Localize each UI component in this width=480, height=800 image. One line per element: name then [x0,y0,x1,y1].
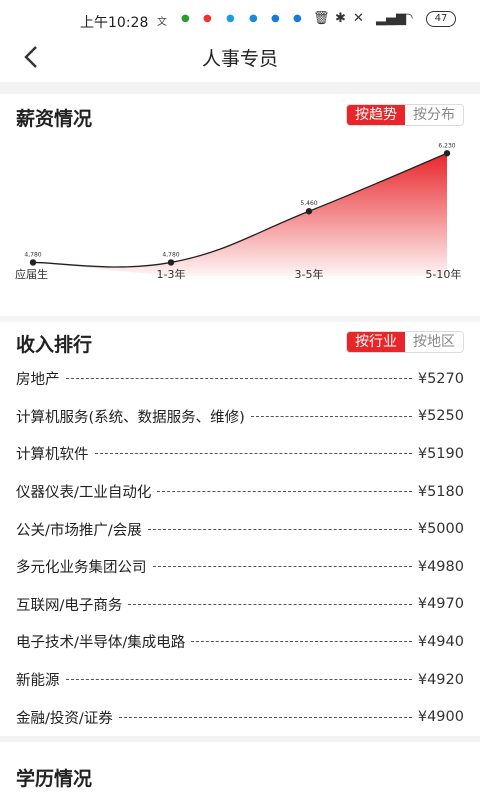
industry-name: 计算机服务(系统、数据服务、维修) [16,409,245,426]
salary-value: ¥5270 [417,370,464,387]
x-tick-label: 应届生 [15,268,48,281]
list-item[interactable]: 房地产 ¥5270 [0,360,480,398]
industry-name: 公关/市场推广/会展 [16,522,142,539]
toggle-distribution[interactable]: 按分布 [405,105,463,125]
income-card: 收入排行 按行业 按地区 房地产 ¥5270 计算机服务(系统、数据服务、维修) ¥5… [0,322,480,736]
toggle-region[interactable]: 按地区 [405,332,463,352]
industry-name: 多元化业务集团公司 [16,560,147,577]
salary-value: ¥5180 [417,483,464,500]
dashed-leader [147,528,412,530]
list-item[interactable]: 公关/市场推广/会展 ¥5000 [0,510,480,548]
list-item[interactable]: 金融/投资/证券 ¥4900 [0,698,480,736]
dashed-leader [65,679,412,681]
dashed-leader [128,603,412,605]
dashed-leader [94,453,412,455]
toggle-trend[interactable]: 按趋势 [347,105,405,125]
notification-icon: ● [203,13,212,24]
salary-value: ¥5250 [417,408,464,425]
industry-name: 金融/投资/证券 [16,710,113,727]
notification-icon: ● [226,13,235,24]
dashed-leader [152,566,412,568]
salary-title: 薪资情况 [16,108,93,130]
list-item[interactable]: 仪器仪表/工业自动化 ¥5180 [0,473,480,511]
dashed-leader [157,491,412,493]
income-title: 收入排行 [16,334,93,356]
bluetooth-icon: ✱ [335,11,346,26]
data-label: 4,780 [24,251,41,258]
salary-trend-chart: 4,780 4,780 5,460 6,230 [24,142,456,276]
dashed-leader [250,415,412,417]
industry-name: 新能源 [16,673,60,690]
x-tick-label: 1-3年 [156,268,186,281]
data-label: 5,460 [300,200,317,207]
x-tick-label: 3-5年 [294,268,324,281]
salary-value: ¥4980 [417,558,464,575]
wifi-icon: ◠ [402,11,414,26]
notification-icon: ⽂ [157,17,167,28]
notification-icon: ● [181,13,190,24]
list-item[interactable]: 多元化业务集团公司 ¥4980 [0,548,480,586]
salary-value: ¥4940 [417,633,464,650]
industry-name: 计算机软件 [16,447,89,464]
list-item[interactable]: 新能源 ¥4920 [0,661,480,699]
notification-icon: ● [293,13,302,24]
salary-card: 薪资情况 按趋势 按分布 4,780 4,780 5,460 6,230 应届生 1-3… [0,94,480,316]
mute-icon: ✕ [353,11,364,26]
salary-value: ¥4900 [417,709,464,726]
data-point [443,150,451,157]
salary-toggle: 按趋势 按分布 [346,104,464,126]
industry-name: 互联网/电子商务 [16,597,123,614]
dashed-leader [65,378,412,380]
data-point [29,259,37,266]
page-title: 人事专员 [201,48,278,70]
notification-icon: ● [271,13,280,24]
list-item[interactable]: 计算机服务(系统、数据服务、维修) ¥5250 [0,398,480,436]
data-label: 6,230 [438,142,455,149]
series-area [33,153,447,276]
battery-indicator: 47 [426,11,456,27]
list-item[interactable]: 电子技术/半导体/集成电路 ¥4940 [0,623,480,661]
income-rank-list: 房地产 ¥5270 计算机服务(系统、数据服务、维修) ¥5250 计算机软件 ¥5190… [0,360,480,736]
x-axis-labels: 应届生 1-3年 3-5年 5-10年 [0,266,480,286]
income-toggle: 按行业 按地区 [346,331,464,353]
salary-value: ¥5000 [417,521,464,538]
data-point [167,259,175,266]
dashed-leader [118,716,412,718]
notification-icon: ● [249,13,258,24]
salary-value: ¥4970 [417,596,464,613]
toggle-industry[interactable]: 按行业 [347,332,405,352]
trash-icon: 🗑 [313,11,330,26]
list-item[interactable]: 计算机软件 ¥5190 [0,435,480,473]
x-tick-label: 5-10年 [425,268,462,281]
nav-bar: 人事专员 [0,40,480,82]
industry-name: 电子技术/半导体/集成电路 [16,635,186,652]
industry-name: 房地产 [16,372,60,389]
education-card: 学历情况 [0,742,480,800]
list-item[interactable]: 互联网/电子商务 ¥4970 [0,586,480,624]
dashed-leader [191,641,412,643]
salary-value: ¥5190 [417,445,464,462]
status-bar: 上午10:28 ⽂ ● ● ● ● ● ● 🗑 ✱ ✕ ▂▄▆ ◠ 47 [0,0,480,40]
status-time: 上午10:28 [80,15,149,31]
salary-value: ¥4920 [417,671,464,688]
industry-name: 仪器仪表/工业自动化 [16,485,152,502]
education-title: 学历情况 [16,768,93,790]
data-label: 4,780 [162,251,179,258]
data-point [305,208,313,215]
